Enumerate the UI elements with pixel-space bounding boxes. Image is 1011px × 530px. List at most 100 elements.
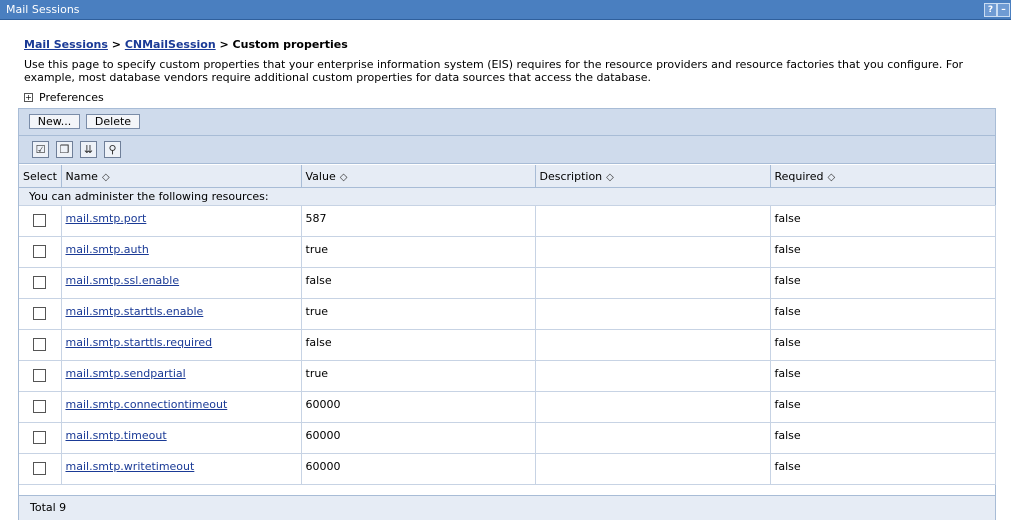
help-button[interactable]: ?: [984, 3, 997, 17]
sort-icon[interactable]: ◇: [102, 172, 110, 183]
sort-icon[interactable]: ◇: [606, 172, 614, 183]
breadcrumb-link-cnmailsession[interactable]: CNMailSession: [125, 38, 216, 51]
total-count: Total 9: [30, 501, 67, 514]
property-name-link[interactable]: mail.smtp.connectiontimeout: [66, 398, 228, 411]
required-cell: false: [770, 298, 996, 330]
table-row: mail.smtp.connectiontimeout 60000 false: [19, 391, 996, 423]
table-row: mail.smtp.starttls.required false false: [19, 329, 996, 361]
description-cell: [535, 360, 771, 392]
table-row: mail.smtp.starttls.enable true false: [19, 298, 996, 330]
preferences-label[interactable]: Preferences: [39, 91, 104, 104]
minimize-button[interactable]: –: [997, 3, 1010, 17]
description-cell: [535, 267, 771, 299]
new-button[interactable]: New...: [29, 114, 80, 129]
property-name-link[interactable]: mail.smtp.starttls.enable: [66, 305, 204, 318]
select-cell: [19, 391, 62, 423]
window-title: Mail Sessions: [6, 3, 80, 16]
property-name-link[interactable]: mail.smtp.ssl.enable: [66, 274, 180, 287]
select-cell: [19, 453, 62, 485]
required-cell: false: [770, 205, 996, 237]
required-cell: false: [770, 267, 996, 299]
row-checkbox[interactable]: [33, 369, 46, 382]
row-checkbox[interactable]: [33, 431, 46, 444]
table-footer: Total 9: [19, 495, 995, 520]
button-toolbar: New... Delete: [19, 109, 995, 136]
name-cell: mail.smtp.timeout: [61, 422, 302, 454]
value-cell: 60000: [301, 453, 536, 485]
property-name-link[interactable]: mail.smtp.starttls.required: [66, 336, 213, 349]
select-cell: [19, 205, 62, 237]
column-header-value[interactable]: Value ◇: [301, 165, 536, 188]
description-cell: [535, 422, 771, 454]
breadcrumb-link-mail-sessions[interactable]: Mail Sessions: [24, 38, 108, 51]
clear-filter-icon[interactable]: ⚲: [104, 141, 121, 158]
column-header-description[interactable]: Description ◇: [535, 165, 771, 188]
name-cell: mail.smtp.starttls.required: [61, 329, 302, 361]
table-header-row: Select Name ◇ Value ◇ Description ◇ Require…: [19, 165, 996, 188]
required-cell: false: [770, 360, 996, 392]
name-cell: mail.smtp.port: [61, 205, 302, 237]
select-cell: [19, 422, 62, 454]
value-cell: true: [301, 236, 536, 268]
row-checkbox[interactable]: [33, 338, 46, 351]
description-cell: [535, 453, 771, 485]
breadcrumb: Mail Sessions > CNMailSession > Custom p…: [24, 38, 348, 51]
info-row: You can administer the following resourc…: [19, 187, 995, 206]
required-cell: false: [770, 453, 996, 485]
row-checkbox[interactable]: [33, 400, 46, 413]
value-cell: true: [301, 360, 536, 392]
breadcrumb-separator: >: [107, 38, 125, 51]
select-cell: [19, 329, 62, 361]
table-row: mail.smtp.ssl.enable false false: [19, 267, 996, 299]
required-cell: false: [770, 236, 996, 268]
deselect-all-icon[interactable]: ❐: [56, 141, 73, 158]
column-header-select: Select: [19, 165, 62, 188]
select-cell: [19, 360, 62, 392]
required-cell: false: [770, 329, 996, 361]
required-cell: false: [770, 422, 996, 454]
sort-icon[interactable]: ◇: [340, 172, 348, 183]
value-cell: true: [301, 298, 536, 330]
column-header-required[interactable]: Required ◇: [770, 165, 996, 188]
delete-button[interactable]: Delete: [86, 114, 140, 129]
description-cell: [535, 298, 771, 330]
select-cell: [19, 267, 62, 299]
select-cell: [19, 298, 62, 330]
custom-properties-table: Select Name ◇ Value ◇ Description ◇ Require…: [19, 165, 996, 485]
table-row: mail.smtp.writetimeout 60000 false: [19, 453, 996, 485]
page-description: Use this page to specify custom properti…: [24, 58, 964, 84]
column-header-name[interactable]: Name ◇: [61, 165, 302, 188]
sort-icon[interactable]: ◇: [827, 172, 835, 183]
select-cell: [19, 236, 62, 268]
preferences-toggle[interactable]: + Preferences: [24, 91, 104, 104]
description-cell: [535, 236, 771, 268]
property-name-link[interactable]: mail.smtp.sendpartial: [66, 367, 186, 380]
row-checkbox[interactable]: [33, 307, 46, 320]
row-checkbox[interactable]: [33, 462, 46, 475]
expand-icon[interactable]: +: [24, 92, 33, 102]
property-name-link[interactable]: mail.smtp.auth: [66, 243, 149, 256]
row-checkbox[interactable]: [33, 245, 46, 258]
description-cell: [535, 391, 771, 423]
name-cell: mail.smtp.starttls.enable: [61, 298, 302, 330]
show-filter-icon[interactable]: ⇊: [80, 141, 97, 158]
property-name-link[interactable]: mail.smtp.port: [66, 212, 147, 225]
name-cell: mail.smtp.sendpartial: [61, 360, 302, 392]
resource-panel: New... Delete ☑ ❐ ⇊ ⚲ Select Name ◇ Value…: [18, 108, 996, 520]
row-checkbox[interactable]: [33, 214, 46, 227]
breadcrumb-current: Custom properties: [232, 38, 348, 51]
description-cell: [535, 329, 771, 361]
name-cell: mail.smtp.auth: [61, 236, 302, 268]
row-checkbox[interactable]: [33, 276, 46, 289]
property-name-link[interactable]: mail.smtp.timeout: [66, 429, 167, 442]
value-cell: 587: [301, 205, 536, 237]
table-row: mail.smtp.auth true false: [19, 236, 996, 268]
select-all-icon[interactable]: ☑: [32, 141, 49, 158]
name-cell: mail.smtp.writetimeout: [61, 453, 302, 485]
property-name-link[interactable]: mail.smtp.writetimeout: [66, 460, 195, 473]
name-cell: mail.smtp.connectiontimeout: [61, 391, 302, 423]
value-cell: false: [301, 329, 536, 361]
value-cell: 60000: [301, 422, 536, 454]
name-cell: mail.smtp.ssl.enable: [61, 267, 302, 299]
icon-toolbar: ☑ ❐ ⇊ ⚲: [19, 136, 995, 164]
